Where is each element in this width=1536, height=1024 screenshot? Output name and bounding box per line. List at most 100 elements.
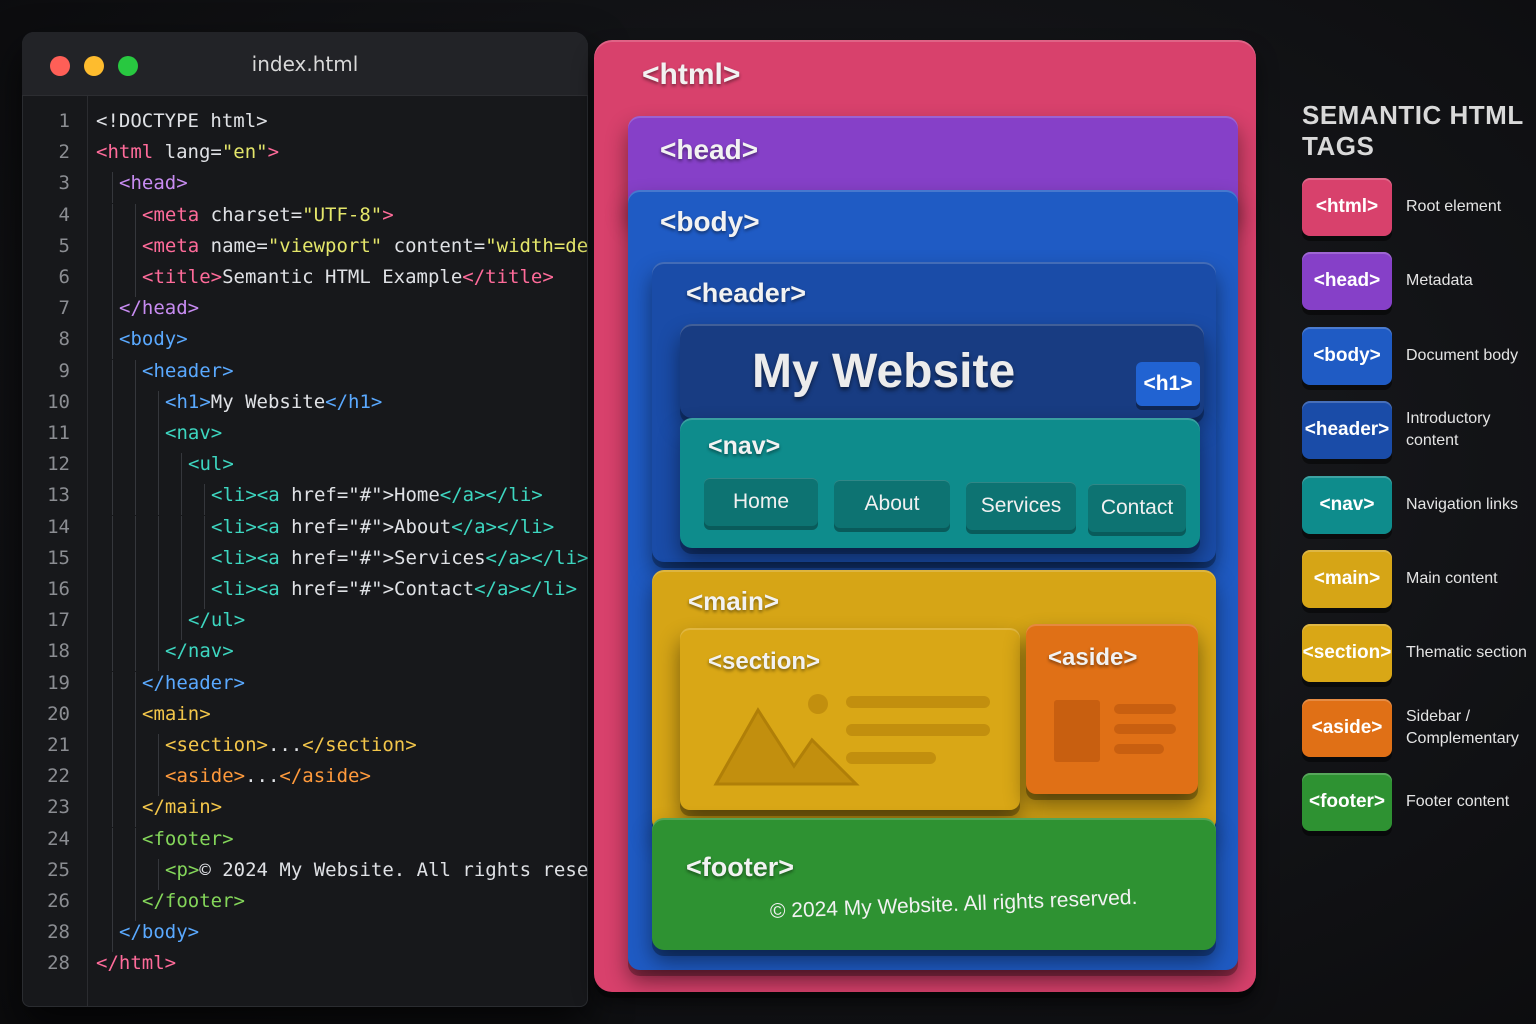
code-text: <li><a href="#">Contact</a></li>: [211, 578, 577, 600]
code-line[interactable]: 6 <title>Semantic HTML Example</title>: [22, 266, 588, 297]
nav-home-button[interactable]: Home: [704, 478, 818, 526]
code-line[interactable]: 9 <header>: [22, 359, 588, 391]
code-line[interactable]: 16 <li><a href="#">Contact</a></li>: [22, 578, 588, 609]
indent-guide: [112, 203, 113, 235]
code-token: <li><a: [211, 546, 280, 569]
html-tag-label: <html>: [642, 58, 741, 91]
code-line[interactable]: 22 <aside>...</aside>: [22, 765, 588, 797]
code-text: <aside>...</aside>: [165, 765, 371, 787]
indent-guide: [158, 390, 159, 422]
legend-tag-badge: <html>: [1302, 178, 1392, 236]
code-token: <ul>: [188, 453, 234, 476]
legend-tag-badge: <nav>: [1302, 475, 1392, 534]
code-token: <li><a: [211, 515, 280, 538]
code-text: <footer>: [142, 828, 234, 850]
code-text: <meta charset="UTF-8">: [142, 204, 394, 226]
code-line[interactable]: 28 </body>: [22, 921, 588, 953]
legend-tag-badge: <body>: [1302, 326, 1392, 385]
code-token: <title>: [142, 266, 223, 288]
code-line[interactable]: 21 <section>...</section>: [22, 734, 588, 765]
indent-guide: [112, 297, 113, 329]
code-line[interactable]: 15 <li><a href="#">Services</a></li>: [22, 546, 588, 578]
indent-guide: [181, 609, 182, 641]
code-line[interactable]: 19 </header>: [22, 671, 588, 703]
indent-guide: [158, 858, 159, 890]
code-line[interactable]: 24 <footer>: [22, 827, 588, 859]
indent-guide: [158, 515, 159, 547]
aside-layer: <aside>: [1026, 624, 1198, 794]
legend-description: Sidebar / Complementary: [1406, 707, 1519, 747]
indent-guide: [135, 359, 136, 391]
indent-guide: [135, 234, 136, 266]
nav-about-button[interactable]: About: [834, 480, 950, 528]
code-line[interactable]: 8 <body>: [22, 328, 588, 360]
code-line[interactable]: 12 <ul>: [22, 453, 588, 485]
code-token: </a></li>: [451, 515, 555, 538]
code-line[interactable]: 10 <h1>My Website</h1>: [22, 390, 588, 422]
code-line[interactable]: 18 </nav>: [22, 640, 588, 672]
indent-guide: [135, 390, 136, 422]
code-text: </header>: [142, 672, 245, 694]
code-token: <meta: [142, 234, 200, 257]
code-token: <nav>: [165, 422, 223, 444]
code-token: "width=device=ui=1.0": [485, 234, 588, 257]
image-placeholder-icon: [713, 694, 990, 786]
indent-guide: [204, 484, 205, 516]
code-line[interactable]: 11 <nav>: [22, 422, 588, 453]
legend-tag-badge: <header>: [1302, 401, 1392, 460]
code-line[interactable]: 5 <meta name="viewport" content="width=de…: [22, 234, 588, 266]
indent-guide: [135, 546, 136, 578]
code-line[interactable]: 2 <html lang="en">: [22, 141, 588, 172]
legend-description: Navigation links: [1406, 495, 1519, 513]
code-token: <li><a: [211, 484, 280, 507]
code-token: "UTF-8": [302, 203, 383, 226]
line-number: 8: [58, 328, 70, 351]
line-number: 17: [47, 609, 70, 632]
nav-contact-button[interactable]: Contact: [1088, 484, 1186, 532]
code-line[interactable]: 17 </ul>: [22, 609, 588, 641]
indent-guide: [135, 765, 136, 797]
code-line[interactable]: 25 <p>© 2024 My Website. All rights reser…: [22, 858, 588, 890]
code-token: >: [267, 141, 280, 164]
code-line[interactable]: 28 </html>: [22, 952, 588, 983]
code-line[interactable]: 7 </head>: [22, 297, 588, 329]
indent-guide: [181, 484, 182, 516]
line-number: 28: [47, 952, 70, 975]
line-number: 5: [58, 234, 70, 257]
code-token: <html: [96, 141, 154, 164]
code-line[interactable]: 4 <meta charset="UTF-8">: [22, 203, 588, 235]
aside-tag-label: <aside>: [1048, 644, 1138, 671]
code-text: <li><a href="#">Services</a></li>: [211, 547, 588, 569]
code-editor-window: index.html 1 <!DOCTYPE html> 2 <html lang="…: [22, 32, 588, 1007]
nav-services-button[interactable]: Services: [966, 482, 1076, 530]
line-number: 13: [47, 484, 70, 507]
legend-item: <section> Thematic section: [1302, 624, 1534, 684]
indent-guide: [204, 546, 205, 578]
legend-description: Document body: [1406, 346, 1519, 364]
code-text: <li><a href="#">Home</a></li>: [211, 484, 543, 506]
indent-guide: [158, 422, 159, 453]
code-token: </aside>: [279, 765, 371, 788]
code-text: <section>...</section>: [165, 734, 417, 756]
code-line[interactable]: 3 <head>: [22, 172, 588, 204]
line-number: 2: [58, 141, 70, 164]
line-number: 7: [58, 297, 70, 320]
indent-guide: [112, 390, 113, 422]
indent-guide: [112, 234, 113, 266]
legend-tag-badge: <head>: [1302, 252, 1392, 311]
code-line[interactable]: 13 <li><a href="#">Home</a></li>: [22, 484, 588, 516]
line-number: 14: [47, 515, 70, 538]
indent-guide: [112, 765, 113, 797]
code-token: >: [382, 203, 394, 226]
code-line[interactable]: 23 </main>: [22, 796, 588, 828]
code-line[interactable]: 14 <li><a href="#">About</a></li>: [22, 515, 588, 547]
code-token: <main>: [142, 702, 211, 725]
code-token: Contact: [394, 578, 475, 600]
code-line[interactable]: 1 <!DOCTYPE html>: [22, 110, 588, 141]
code-area[interactable]: 1 <!DOCTYPE html> 2 <html lang="en"> 3 <head>…: [22, 96, 588, 1007]
legend-item: <footer> Footer content: [1302, 773, 1534, 833]
code-token: Services: [394, 546, 486, 569]
code-line[interactable]: 20 <main>: [22, 702, 588, 734]
code-line[interactable]: 26 </footer>: [22, 890, 588, 921]
indent-guide: [112, 359, 113, 391]
